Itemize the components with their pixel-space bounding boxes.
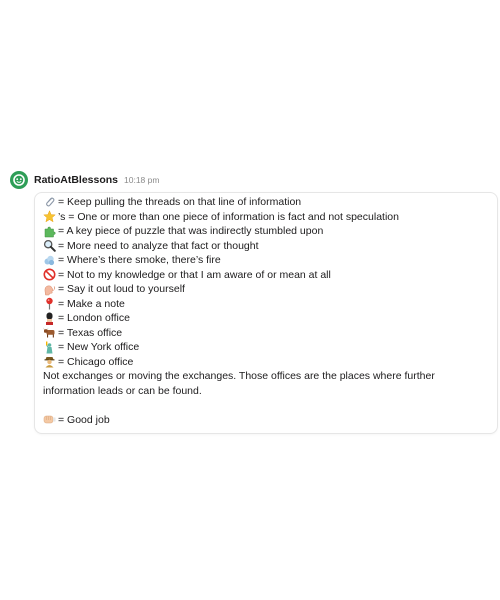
gangster-icon: [43, 355, 56, 368]
closing-line: = Good job: [43, 413, 489, 428]
legend-text: = Where’s there smoke, there’s fire: [58, 254, 221, 266]
legend-line: = Texas office: [43, 326, 489, 341]
paperclip-icon: [43, 196, 56, 209]
legend-line: = London office: [43, 311, 489, 326]
prohibited-icon: [43, 268, 56, 281]
legend-line: = Make a note: [43, 297, 489, 312]
magnifying-glass-icon: [43, 239, 56, 253]
legend-line: = Not to my knowledge or that I am aware…: [43, 268, 489, 283]
legend-text: = A key piece of puzzle that was indirec…: [58, 225, 324, 237]
legend-line: = More need to analyze that fact or thou…: [43, 239, 489, 254]
legend-text: = New York office: [58, 341, 140, 353]
legend-line: = A key piece of puzzle that was indirec…: [43, 224, 489, 239]
pushpin-icon: [43, 297, 56, 310]
royal-guard-icon: [43, 312, 56, 325]
legend-line: = Where’s there smoke, there’s fire: [43, 253, 489, 268]
fist-bump-icon: [43, 413, 56, 426]
chat-message: RatioAtBlessons 10:18 pm = Keep pulling …: [10, 170, 498, 434]
legend-text: = Chicago office: [58, 355, 134, 368]
legend-line: = Chicago office: [43, 355, 489, 370]
legend-text: = More need to analyze that fact or thou…: [58, 239, 259, 252]
legend-text: = Keep pulling the threads on that line …: [58, 196, 302, 208]
avatar[interactable]: [10, 171, 28, 189]
legend-text: = Texas office: [58, 326, 123, 339]
speaking-head-icon: [43, 283, 56, 296]
username[interactable]: RatioAtBlessons: [34, 174, 118, 186]
statue-of-liberty-icon: [43, 341, 56, 354]
message-note: Not exchanges or moving the exchanges. T…: [43, 370, 435, 397]
smoke-icon: [43, 254, 56, 267]
message-body: = Keep pulling the threads on that line …: [34, 192, 498, 434]
timestamp[interactable]: 10:18 pm: [124, 175, 159, 185]
puzzle-piece-icon: [43, 225, 56, 238]
star-icon: [43, 210, 56, 223]
avatar-glyph-icon: [13, 174, 25, 186]
message-header: RatioAtBlessons 10:18 pm: [10, 170, 498, 190]
chat-view: RatioAtBlessons 10:18 pm = Keep pulling …: [0, 0, 500, 600]
legend-text: ’s = One or more than one piece of infor…: [58, 210, 399, 223]
closing-text: = Good job: [58, 413, 110, 426]
legend-text: = Make a note: [58, 297, 125, 310]
legend-line: = Keep pulling the threads on that line …: [43, 195, 489, 210]
legend-text: = London office: [58, 312, 130, 324]
ox-icon: [43, 326, 56, 339]
legend-line: = New York office: [43, 340, 489, 355]
legend-text: = Say it out loud to yourself: [58, 283, 185, 295]
legend-line: ’s = One or more than one piece of infor…: [43, 210, 489, 225]
legend-text: = Not to my knowledge or that I am aware…: [58, 268, 331, 281]
legend-line: = Say it out loud to yourself: [43, 282, 489, 297]
